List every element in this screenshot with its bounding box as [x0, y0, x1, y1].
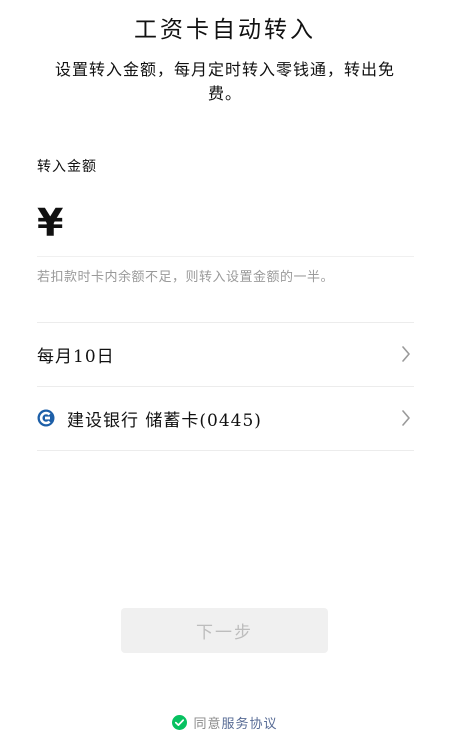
- amount-label: 转入金额: [37, 159, 97, 175]
- service-agreement-link[interactable]: 服务协议: [222, 713, 278, 732]
- agreement: 同意 服务协议: [0, 713, 450, 732]
- schedule-label: 每月10日: [37, 346, 115, 367]
- next-button[interactable]: 下一步: [121, 608, 328, 653]
- checkmark-circle-icon[interactable]: [172, 715, 188, 730]
- ccb-bank-logo-icon: [37, 409, 55, 427]
- currency-symbol: ¥: [37, 201, 64, 245]
- page-title: 工资卡自动转入: [134, 17, 316, 43]
- divider: [37, 450, 414, 451]
- amount-hint: 若扣款时卡内余额不足，则转入设置金额的一半。: [37, 270, 335, 285]
- amount-input[interactable]: [69, 197, 447, 249]
- page-subtitle: 设置转入金额，每月定时转入零钱通，转出免费。: [54, 60, 395, 103]
- amount-input-row[interactable]: ¥: [37, 190, 447, 257]
- bank-card-label: 建设银行 储蓄卡(0445): [67, 410, 262, 431]
- chevron-right-icon: [398, 346, 414, 362]
- bank-card-row[interactable]: 建设银行 储蓄卡(0445): [37, 387, 414, 449]
- schedule-row[interactable]: 每月10日: [37, 323, 414, 385]
- agreement-prefix: 同意: [193, 717, 222, 732]
- chevron-right-icon: [398, 410, 414, 426]
